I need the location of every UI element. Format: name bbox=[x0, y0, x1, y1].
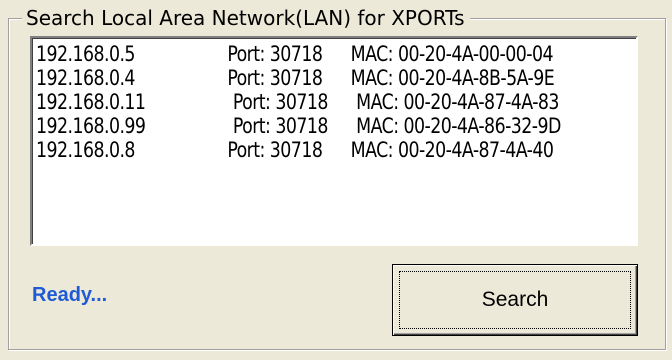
device-mac: MAC: 00-20-4A-00-00-04 bbox=[350, 42, 554, 66]
device-mac: MAC: 00-20-4A-87-4A-83 bbox=[356, 90, 559, 114]
list-item[interactable]: 192.168.0.11 Port: 30718 MAC: 00-20-4A-8… bbox=[36, 90, 588, 114]
device-ip: 192.168.0.4 bbox=[36, 66, 135, 90]
search-button-focus-rect: Search bbox=[399, 271, 631, 329]
device-port: Port: 30718 bbox=[227, 66, 323, 90]
lan-search-panel: Search Local Area Network(LAN) for XPORT… bbox=[0, 0, 672, 360]
device-mac: MAC: 00-20-4A-86-32-9D bbox=[356, 114, 561, 138]
search-button[interactable]: Search bbox=[392, 264, 638, 336]
device-port: Port: 30718 bbox=[227, 138, 323, 162]
device-ip: 192.168.0.5 bbox=[36, 42, 135, 66]
device-port: Port: 30718 bbox=[232, 90, 329, 114]
device-ip: 192.168.0.8 bbox=[36, 138, 135, 162]
device-port: Port: 30718 bbox=[227, 42, 323, 66]
device-list: 192.168.0.5 Port: 30718 MAC: 00-20-4A-00… bbox=[32, 38, 636, 162]
device-mac: MAC: 00-20-4A-87-4A-40 bbox=[350, 138, 554, 162]
device-ip: 192.168.0.99 bbox=[36, 114, 146, 138]
groupbox-title: Search Local Area Network(LAN) for XPORT… bbox=[22, 6, 470, 30]
device-mac: MAC: 00-20-4A-8B-5A-9E bbox=[350, 66, 555, 90]
list-item[interactable]: 192.168.0.99 Port: 30718 MAC: 00-20-4A-8… bbox=[36, 114, 588, 138]
device-listbox[interactable]: 192.168.0.5 Port: 30718 MAC: 00-20-4A-00… bbox=[30, 36, 638, 246]
list-item[interactable]: 192.168.0.5 Port: 30718 MAC: 00-20-4A-00… bbox=[36, 42, 588, 66]
device-ip: 192.168.0.11 bbox=[36, 90, 146, 114]
list-item[interactable]: 192.168.0.4 Port: 30718 MAC: 00-20-4A-8B… bbox=[36, 66, 588, 90]
list-item[interactable]: 192.168.0.8 Port: 30718 MAC: 00-20-4A-87… bbox=[36, 138, 588, 162]
status-text: Ready... bbox=[32, 284, 108, 306]
device-port: Port: 30718 bbox=[232, 114, 329, 138]
search-button-label: Search bbox=[481, 288, 549, 311]
